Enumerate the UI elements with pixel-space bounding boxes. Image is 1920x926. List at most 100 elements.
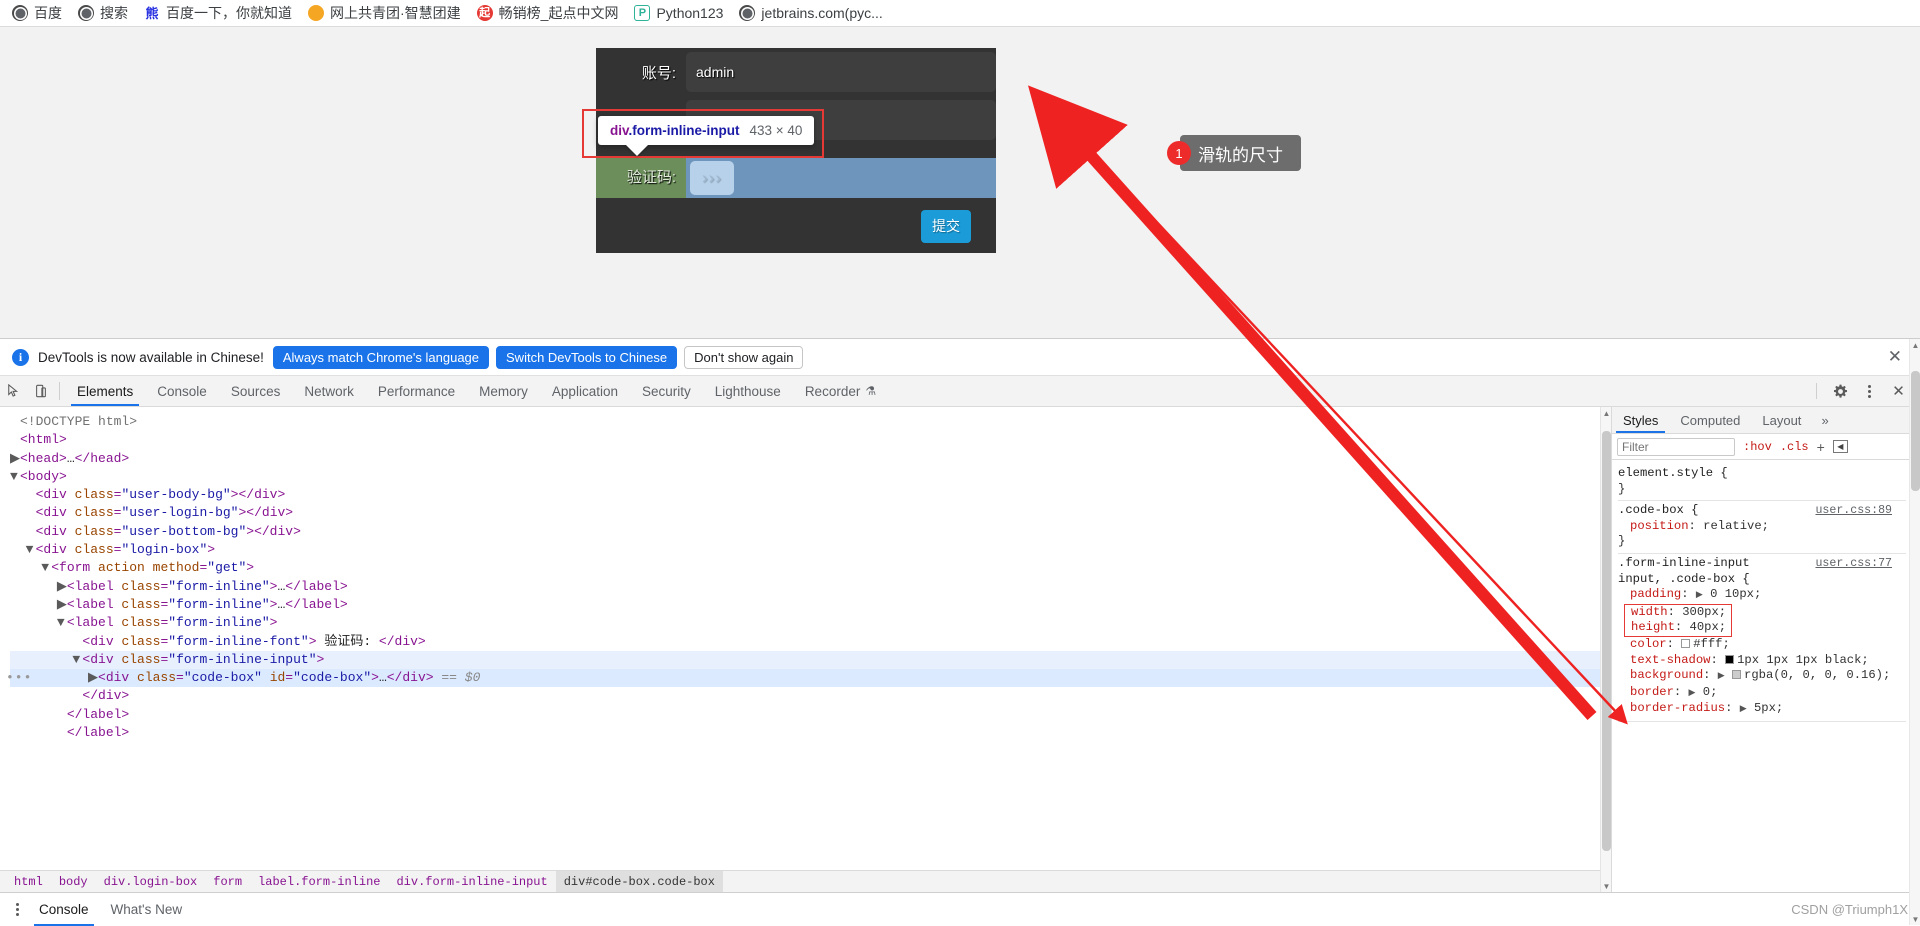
tab-memory[interactable]: Memory xyxy=(467,376,540,406)
dom-node-line[interactable]: </label> xyxy=(10,724,1611,742)
dom-node-line[interactable]: ••• ▶<div class="code-box" id="code-box"… xyxy=(6,669,1611,688)
globe-icon xyxy=(12,5,28,21)
css-declaration[interactable]: border-radius: ▶ 5px; xyxy=(1618,701,1906,718)
tab-console[interactable]: Console xyxy=(145,376,219,406)
devtools-body: <!DOCTYPE html> <html> ▶<head>…</head> ▼ <bo… xyxy=(0,339,1920,925)
dom-tree-scrollbar[interactable]: ▲ ▼ xyxy=(1600,407,1611,892)
breadcrumb-item[interactable]: form xyxy=(205,871,250,893)
styles-scroll-up-icon[interactable]: ▲ xyxy=(1910,339,1920,351)
dom-tree: <!DOCTYPE html> <html> ▶<head>…</head> ▼ <bo… xyxy=(0,407,1611,870)
bookmark-item[interactable]: 网上共青团·智慧团建 xyxy=(302,1,471,25)
styles-tab-styles[interactable]: Styles xyxy=(1612,407,1669,433)
breadcrumb-item[interactable]: label.form-inline xyxy=(250,871,388,893)
notice-button[interactable]: Don't show again xyxy=(684,345,804,369)
css-declaration[interactable]: height: 40px; xyxy=(1625,620,1731,636)
css-declaration[interactable]: background: ▶ rgba(0, 0, 0, 0.16); xyxy=(1618,668,1906,685)
dom-node-line[interactable]: <html> xyxy=(10,431,1611,449)
dom-node-line[interactable]: ▼ <body> xyxy=(10,468,1611,486)
verify-label: 验证码: xyxy=(626,169,676,186)
close-icon[interactable]: ✕ xyxy=(1888,347,1908,367)
inspect-icon[interactable] xyxy=(0,376,27,406)
css-declaration[interactable]: color: #fff; xyxy=(1618,637,1906,653)
dom-node-line[interactable]: <!DOCTYPE html> xyxy=(10,413,1611,431)
breadcrumb-item[interactable]: body xyxy=(51,871,96,893)
tab-network[interactable]: Network xyxy=(292,376,366,406)
bookmark-item[interactable]: 搜索 xyxy=(72,1,138,25)
css-source-link[interactable]: user.css:89 xyxy=(1815,503,1892,519)
notice-button[interactable]: Always match Chrome's language xyxy=(272,345,490,369)
css-declaration[interactable]: text-shadow: 1px 1px 1px black; xyxy=(1618,653,1906,669)
breadcrumb: html body div.login-box form label.form-inli… xyxy=(0,870,1611,892)
tab-security[interactable]: Security xyxy=(630,376,703,406)
settings-gear-icon[interactable] xyxy=(1827,384,1854,399)
more-options-icon[interactable] xyxy=(6,902,28,916)
styles-toolbar: :hov .cls + ◀ xyxy=(1612,434,1920,460)
dom-node-line[interactable]: ▶<head>…</head> xyxy=(10,450,1611,468)
styles-scrollbar[interactable]: ▲ ▼ xyxy=(1909,339,1920,925)
scroll-thumb[interactable] xyxy=(1602,431,1611,851)
close-devtools-icon[interactable]: ✕ xyxy=(1885,382,1912,400)
tab-recorder[interactable]: Recorder ⚗ xyxy=(793,376,888,406)
tab-lighthouse[interactable]: Lighthouse xyxy=(703,376,793,406)
cls-toggle[interactable]: .cls xyxy=(1780,440,1809,454)
bookmark-item[interactable]: P Python123 xyxy=(628,3,733,23)
toggle-sidebar-icon[interactable]: ◀ xyxy=(1832,440,1848,453)
dom-node-line[interactable]: ▼ <label class="form-inline"> xyxy=(10,614,1611,632)
css-declaration[interactable]: border: ▶ 0; xyxy=(1618,685,1906,702)
device-toolbar-icon[interactable] xyxy=(27,376,54,406)
styles-scroll-thumb[interactable] xyxy=(1911,371,1920,491)
dom-node-line[interactable]: <div class="user-body-bg"></div> xyxy=(10,486,1611,504)
baidu-icon: 熊 xyxy=(144,5,160,21)
new-style-rule-icon[interactable]: + xyxy=(1817,439,1825,455)
css-rule: .code-box {user.css:89 position: relative… xyxy=(1618,501,1906,554)
dom-node-line[interactable]: ▼ <div class="login-box"> xyxy=(10,541,1611,559)
kebab-dots xyxy=(15,902,19,916)
styles-more-tabs-icon[interactable]: » xyxy=(1812,407,1837,433)
css-declaration[interactable]: padding: ▶ 0 10px; xyxy=(1618,587,1906,604)
notice-button[interactable]: Switch DevTools to Chinese xyxy=(496,345,678,369)
dom-node-line[interactable]: ▶<label class="form-inline">…</label> xyxy=(10,578,1611,596)
dom-node-line[interactable]: <div class="form-inline-font"> 验证码: </di… xyxy=(10,633,1611,651)
submit-button[interactable]: 提交 xyxy=(921,209,971,243)
bookmark-item[interactable]: 熊百度一下，你就知道 xyxy=(138,1,302,25)
css-declaration[interactable]: position: relative; xyxy=(1618,519,1906,535)
code-box[interactable]: ››› xyxy=(690,161,734,195)
dom-node-line[interactable]: </div> xyxy=(10,687,1611,705)
tab-sources[interactable]: Sources xyxy=(219,376,293,406)
bookmark-item[interactable]: 起畅销榜_起点中文网 xyxy=(471,1,629,25)
gongqingtuan-icon xyxy=(308,5,324,21)
breadcrumb-item[interactable]: html xyxy=(6,871,51,893)
account-input[interactable]: admin xyxy=(686,52,996,92)
dom-node-line[interactable]: ▼ <form action method="get"> xyxy=(10,559,1611,577)
styles-tab-computed[interactable]: Computed xyxy=(1669,407,1751,433)
css-declaration[interactable]: width: 300px; xyxy=(1625,605,1731,621)
tab-application[interactable]: Application xyxy=(540,376,630,406)
css-source-link[interactable]: user.css:77 xyxy=(1815,556,1892,572)
bookmark-label: Python123 xyxy=(656,5,724,21)
dom-node-line[interactable]: <div class="user-login-bg"></div> xyxy=(10,504,1611,522)
dom-node-line[interactable]: ▼ <div class="form-inline-input"> xyxy=(10,650,1611,670)
styles-tab-layout[interactable]: Layout xyxy=(1751,407,1812,433)
hov-toggle[interactable]: :hov xyxy=(1743,440,1772,454)
tab-performance[interactable]: Performance xyxy=(366,376,467,406)
bookmark-item[interactable]: 百度 xyxy=(6,1,72,25)
scroll-down-icon[interactable]: ▼ xyxy=(1601,880,1611,892)
devtools-drawer: Console What's New CSDN @Triumph1X xyxy=(0,892,1920,926)
breadcrumb-item[interactable]: div.form-inline-input xyxy=(388,871,555,893)
bookmark-item[interactable]: jetbrains.com(pyc... xyxy=(733,3,892,23)
dom-node-line[interactable]: </label> xyxy=(10,706,1611,724)
more-options-icon[interactable] xyxy=(1856,384,1883,398)
breadcrumb-item[interactable]: div#code-box.code-box xyxy=(555,870,723,892)
drawer-tab-what-s-new[interactable]: What's New xyxy=(100,893,194,926)
bookmark-label: jetbrains.com(pyc... xyxy=(761,5,883,21)
drawer-tab-console[interactable]: Console xyxy=(28,893,100,926)
dom-node-line[interactable]: ▶<label class="form-inline">…</label> xyxy=(10,596,1611,614)
styles-filter-input[interactable] xyxy=(1617,437,1735,456)
css-selector[interactable]: element.style { xyxy=(1618,466,1906,482)
tab-elements[interactable]: Elements xyxy=(65,376,145,406)
scroll-up-icon[interactable]: ▲ xyxy=(1601,407,1611,419)
dom-node-line[interactable]: <div class="user-bottom-bg"></div> xyxy=(10,523,1611,541)
actions-divider xyxy=(1816,383,1817,399)
styles-scroll-down-icon[interactable]: ▼ xyxy=(1910,913,1920,925)
breadcrumb-item[interactable]: div.login-box xyxy=(96,871,206,893)
